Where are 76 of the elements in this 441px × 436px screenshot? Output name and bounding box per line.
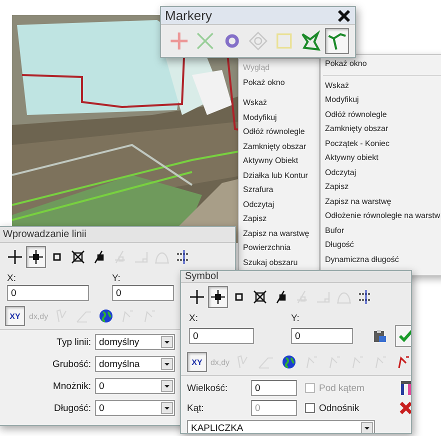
checkmark-icon	[398, 329, 411, 343]
menu-item[interactable]: Modyfikuj	[321, 93, 441, 108]
snap-button[interactable]	[208, 286, 228, 308]
menu-item[interactable]: Odłóż równolegle	[239, 125, 319, 140]
menu-item[interactable]: Bufor	[321, 224, 441, 238]
menu-item[interactable]: Powierzchnia	[239, 241, 319, 256]
coordinate-mode-button[interactable]: XY	[5, 306, 25, 326]
menu-item[interactable]: Odczytaj	[239, 198, 319, 212]
menu-item[interactable]: Długość	[321, 238, 441, 252]
checkbox-label: Pod kątem	[319, 382, 364, 394]
field-label: Grubość:	[51, 358, 91, 370]
x-square-icon	[252, 289, 268, 305]
angle-label: Kąt:	[187, 402, 204, 414]
dropdown-field[interactable]: 0	[95, 378, 175, 394]
menu-item[interactable]: Zapisz	[239, 212, 319, 226]
x-square-icon	[70, 249, 86, 265]
menu-item[interactable]: Szukaj obszaru	[239, 256, 319, 270]
x-label: X:	[189, 313, 198, 324]
globe-icon	[98, 308, 114, 324]
crosshair-icon	[28, 249, 44, 265]
x-input-field[interactable]: 0	[189, 328, 254, 344]
snap-grid-icon	[357, 289, 373, 305]
menu-item[interactable]: Odłożenie równoległe na warstw	[321, 209, 441, 224]
polygon-icon	[300, 29, 321, 53]
x-input-field[interactable]: 0	[7, 285, 89, 301]
y-label: Y:	[112, 273, 120, 284]
y-input-field[interactable]: 0	[291, 328, 353, 344]
dropdown-field[interactable]: domyślny	[95, 334, 175, 350]
menu-item[interactable]: Modyfikuj	[239, 110, 319, 125]
x-label: X:	[7, 273, 16, 284]
dropdown-field[interactable]: 0	[95, 400, 175, 416]
snap-grid-icon	[175, 249, 191, 265]
target-icon	[248, 29, 268, 53]
plus-icon	[189, 289, 205, 305]
y-label: Y:	[291, 313, 300, 324]
menu-item[interactable]: Wskaż	[239, 96, 319, 110]
menu-item[interactable]: Aktywny obiekt	[321, 151, 441, 166]
dropdown-field[interactable]: domyślna	[95, 356, 175, 372]
menu-item[interactable]: Szrafura	[239, 183, 319, 198]
coordinate-mode-button[interactable]: XY	[187, 352, 207, 372]
y-input-field[interactable]: 0	[112, 285, 174, 301]
menu-item[interactable]: Aktywny Obiekt	[239, 154, 319, 168]
plus-icon	[7, 249, 23, 265]
clipboard-icon[interactable]	[373, 329, 387, 343]
menu-item[interactable]: Działka lub Kontur	[239, 168, 319, 183]
marker-button[interactable]	[324, 28, 349, 54]
menu-item[interactable]: Pokaż okno	[239, 76, 319, 90]
menu-item[interactable]: Dynamiczna długość	[321, 252, 441, 267]
window-title: Symbol	[185, 271, 218, 282]
symbol-dropdown[interactable]: KAPLICZKA	[187, 420, 375, 433]
close-icon[interactable]	[337, 8, 351, 22]
window-title: Wprowadzanie linii	[3, 229, 86, 240]
checkbox[interactable]	[305, 403, 315, 413]
menu-item[interactable]: Zapisz na warstwę	[239, 226, 319, 241]
globe-icon	[281, 354, 297, 370]
menu-item[interactable]: Odczytaj	[321, 166, 441, 180]
field-label: Długość:	[53, 402, 91, 414]
checkbox-label: Odnośnik	[319, 402, 360, 414]
field-label: Typ linii:	[56, 336, 91, 348]
menu-item[interactable]: Pokaż okno	[321, 57, 441, 72]
menu-item[interactable]: Początek - Koniec	[321, 136, 441, 151]
menu-item[interactable]: Zapisz	[321, 180, 441, 194]
field-label: Mnożnik:	[52, 380, 91, 392]
menu-item[interactable]: Zamknięty obszar	[321, 122, 441, 136]
snap-button[interactable]	[26, 246, 46, 268]
size-label: Wielkość:	[187, 382, 228, 394]
angle-bend-icon	[396, 354, 411, 370]
size-input-field[interactable]: 0	[251, 380, 297, 396]
crosshair-icon	[210, 289, 226, 305]
menu-item[interactable]: Zapisz na warstwę	[321, 194, 441, 209]
window-title: Markery	[165, 8, 212, 23]
menu-item[interactable]: Odłóż równolegle	[321, 108, 441, 122]
menu-item[interactable]: Wskaż	[321, 78, 441, 93]
confirm-button[interactable]	[395, 325, 411, 347]
menu-item[interactable]: Zamknięty obszar	[239, 140, 319, 154]
figure-icon[interactable]	[399, 380, 411, 396]
